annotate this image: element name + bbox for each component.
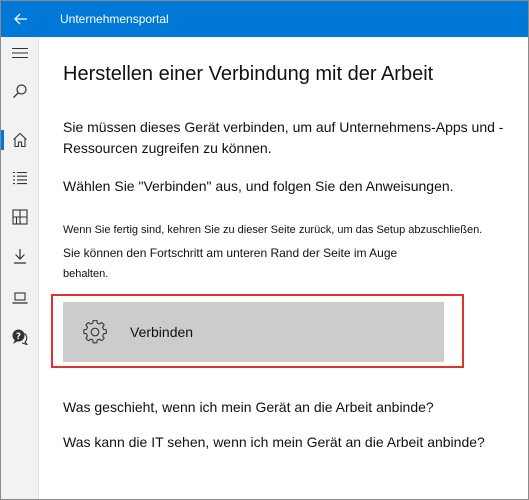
home-icon	[12, 132, 27, 148]
download-icon	[13, 249, 26, 264]
sidebar-item-help[interactable]: ?	[1, 320, 38, 352]
what-happens-link[interactable]: Was geschieht, wenn ich mein Gerät an di…	[63, 399, 434, 415]
app-window: Unternehmensportal ? Herstellen einer Ve…	[0, 0, 529, 500]
connect-button[interactable]: Verbinden	[63, 302, 444, 362]
page-title: Herstellen einer Verbindung mit der Arbe…	[63, 63, 434, 85]
svg-text:?: ?	[15, 332, 20, 342]
progress-note-line: Sie können den Fortschritt am unteren Ra…	[63, 246, 398, 260]
title-bar: Unternehmensportal	[1, 1, 528, 37]
sidebar-item-search[interactable]	[1, 75, 38, 107]
intro-text: Sie müssen dieses Gerät verbinden, um au…	[63, 119, 504, 156]
sidebar-item-downloads[interactable]	[1, 240, 38, 272]
sidebar: ?	[1, 37, 39, 499]
main-content: Herstellen einer Verbindung mit der Arbe…	[39, 37, 528, 499]
sidebar-item-home[interactable]	[1, 124, 38, 156]
gear-icon	[83, 320, 107, 344]
back-button[interactable]	[1, 1, 41, 37]
menu-button[interactable]	[1, 37, 38, 69]
what-it-sees-link[interactable]: Was kann die IT sehen, wenn ich mein Ger…	[63, 434, 485, 450]
connect-button-label: Verbinden	[130, 324, 194, 340]
back-arrow-icon	[14, 13, 27, 25]
app-title: Unternehmensportal	[60, 12, 169, 26]
grid-icon	[11, 209, 28, 225]
instruction-text: Wählen Sie "Verbinden" aus, und folgen S…	[63, 178, 454, 194]
return-note-text: Wenn Sie fertig sind, kehren Sie zu dies…	[63, 224, 483, 236]
sidebar-item-apps[interactable]	[1, 162, 38, 194]
list-icon	[12, 171, 27, 185]
hamburger-menu-icon	[11, 48, 28, 58]
progress-note-text: Sie können den Fortschritt am unteren Ra…	[63, 243, 493, 284]
search-icon	[12, 84, 27, 98]
sidebar-item-devices[interactable]	[1, 282, 38, 314]
sidebar-item-categories[interactable]	[1, 201, 38, 233]
laptop-icon	[12, 292, 27, 304]
help-chat-icon: ?	[12, 329, 28, 345]
progress-note-end: behalten.	[63, 268, 109, 280]
